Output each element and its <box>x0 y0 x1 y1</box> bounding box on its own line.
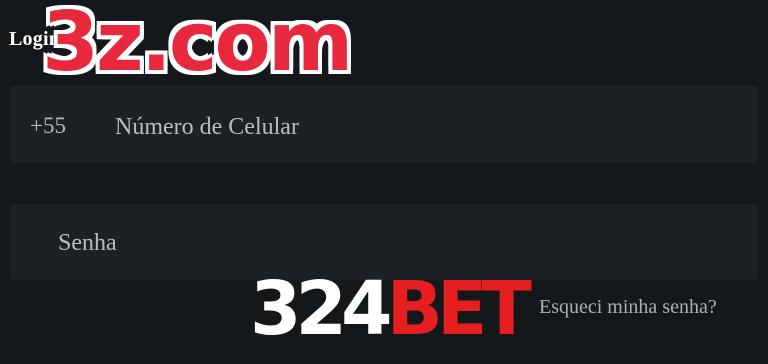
phone-field[interactable]: +55 <box>10 86 758 163</box>
watermark-3z-logo: 3z.com <box>42 0 353 90</box>
country-code: +55 <box>30 113 66 138</box>
watermark-324-text: 324 <box>250 266 392 352</box>
password-input[interactable] <box>58 228 698 258</box>
phone-number-input[interactable] <box>115 112 715 142</box>
watermark-bet-text: BET <box>386 266 531 352</box>
watermark-324bet-logo: 324BET <box>250 272 532 346</box>
forgot-password-link[interactable]: Esqueci minha senha? <box>539 296 717 319</box>
